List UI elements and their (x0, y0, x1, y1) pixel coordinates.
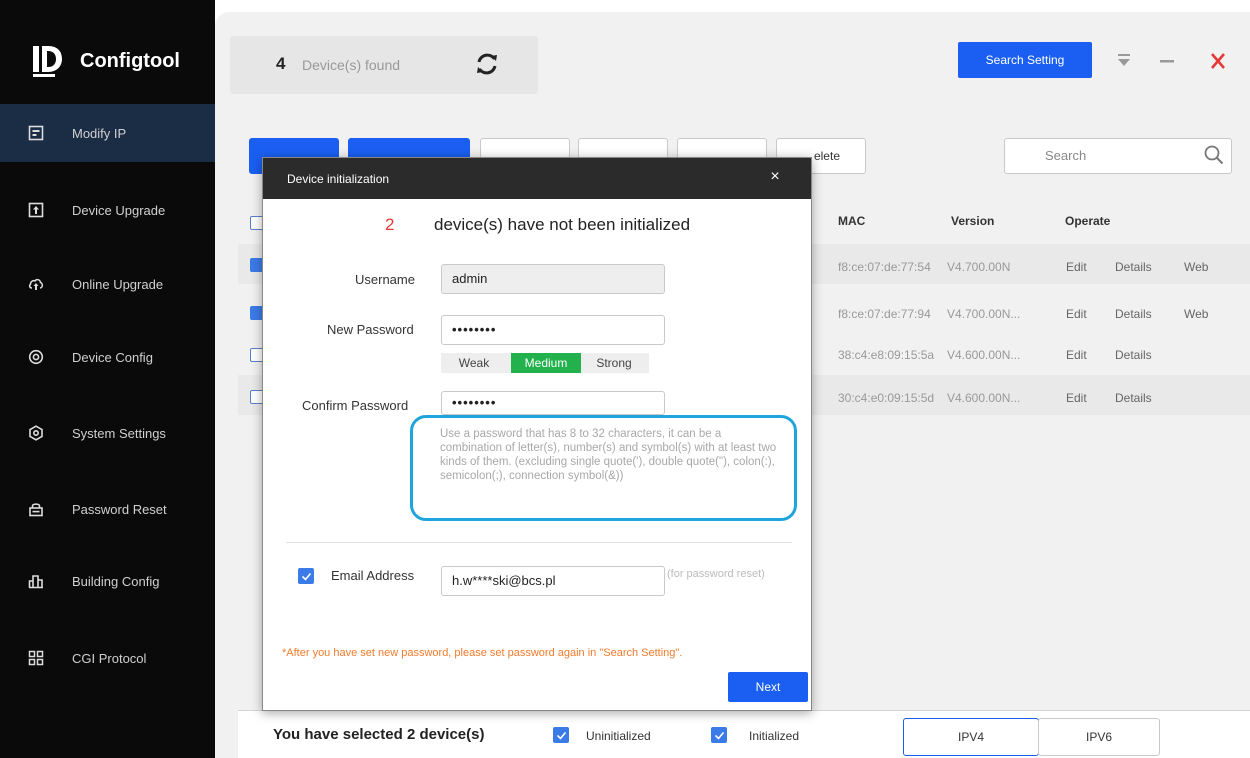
details-link[interactable]: Details (1115, 260, 1152, 274)
edit-link[interactable]: Edit (1066, 348, 1087, 362)
menu-dropdown-icon[interactable] (1114, 52, 1134, 70)
cell-mac: f8:ce:07:de:77:54 (838, 260, 931, 274)
new-password-field[interactable]: •••••••• (441, 315, 665, 345)
web-link[interactable]: Web (1184, 307, 1208, 321)
confirm-password-field[interactable]: •••••••• (441, 391, 665, 415)
details-link[interactable]: Details (1115, 391, 1152, 405)
selected-count-text: You have selected 2 device(s) (273, 726, 485, 743)
column-header-mac: MAC (838, 214, 866, 228)
logo-icon (33, 46, 62, 77)
email-hint: (for password reset) (667, 568, 765, 580)
checkmark-icon (556, 731, 566, 740)
edit-link[interactable]: Edit (1066, 307, 1087, 321)
sidebar-item-device-upgrade[interactable]: Device Upgrade (0, 181, 215, 239)
strength-strong: Strong (596, 356, 632, 370)
refresh-icon[interactable] (474, 51, 500, 77)
search-setting-button[interactable]: Search Setting (958, 42, 1092, 78)
ipv6-button[interactable]: IPV6 (1038, 718, 1160, 756)
cell-mac: 30:c4:e0:09:15:5d (838, 391, 935, 405)
app-logo: Configtool (30, 44, 180, 78)
checkmark-icon (714, 731, 724, 740)
confirm-password-label: Confirm Password (302, 398, 409, 413)
new-password-label: New Password (327, 322, 414, 337)
sidebar-item-system-settings[interactable]: System Settings (0, 404, 215, 462)
column-header-operate: Operate (1065, 214, 1111, 228)
details-link[interactable]: Details (1115, 307, 1152, 321)
cell-mac: f8:ce:07:de:77:94 (838, 307, 931, 321)
sidebar-item-label: CGI Protocol (72, 650, 147, 666)
devices-found-count: 4 (276, 54, 286, 73)
sidebar-item-building-config[interactable]: Building Config (0, 552, 215, 610)
edit-link[interactable]: Edit (1066, 391, 1087, 405)
cell-version: V4.700.00N (947, 260, 1011, 274)
sidebar-item-modify-ip[interactable]: Modify IP (0, 104, 215, 162)
cell-mac: 38:c4:e8:09:15:5a (838, 348, 935, 362)
search-setting-warning: *After you have set new password, please… (282, 647, 683, 659)
web-link[interactable]: Web (1184, 260, 1208, 274)
uninitialized-label: Uninitialized (586, 729, 651, 743)
search-icon[interactable] (1203, 144, 1225, 166)
next-button[interactable]: Next (728, 672, 808, 702)
sidebar-item-label: Online Upgrade (72, 276, 164, 292)
search-input[interactable]: Search (1004, 138, 1232, 174)
sidebar-item-online-upgrade[interactable]: Online Upgrade (0, 255, 215, 313)
modify-ip-icon (28, 125, 44, 141)
device-config-icon (28, 349, 44, 365)
sidebar-item-label: Password Reset (72, 501, 167, 517)
devices-found-label: Device(s) found (302, 57, 401, 73)
dialog-title: Device initialization (287, 172, 390, 186)
dialog-heading: device(s) have not been initialized (434, 215, 691, 234)
app-name: Configtool (80, 49, 180, 72)
cell-version: V4.700.00N... (947, 307, 1021, 321)
email-field[interactable]: h.w****ski@bcs.pl (441, 566, 665, 596)
dialog-header: Device initialization × (263, 158, 811, 199)
email-checkbox[interactable] (298, 568, 314, 584)
sidebar-item-label: Device Config (72, 349, 153, 365)
uninitialized-count: 2 (385, 215, 395, 234)
sidebar-item-label: System Settings (72, 425, 166, 441)
sidebar-item-device-config[interactable]: Device Config (0, 328, 215, 386)
initialized-label: Initialized (749, 729, 800, 743)
upgrade-icon (28, 202, 44, 218)
ipv4-button[interactable]: IPV4 (903, 718, 1039, 756)
dialog-divider (286, 542, 792, 543)
strength-weak: Weak (458, 356, 490, 370)
email-label: Email Address (331, 568, 415, 583)
dialog-close-button[interactable]: × (765, 167, 785, 187)
sidebar: Configtool Modify IP Device Upgrade Onli… (0, 0, 215, 758)
close-icon[interactable] (1208, 52, 1228, 70)
edit-link[interactable]: Edit (1066, 260, 1087, 274)
sidebar-item-label: Building Config (72, 573, 160, 589)
building-config-icon (28, 573, 44, 589)
sidebar-item-label: Modify IP (72, 125, 127, 141)
initialized-checkbox[interactable] (711, 727, 727, 743)
strength-medium: Medium (511, 353, 581, 373)
username-field[interactable]: admin (441, 264, 665, 294)
username-label: Username (355, 272, 415, 287)
sidebar-item-cgi-protocol[interactable]: CGI Protocol (0, 629, 215, 687)
cell-version: V4.600.00N... (947, 391, 1021, 405)
system-settings-icon (28, 425, 44, 441)
checkmark-icon (301, 572, 311, 581)
cloud-upgrade-icon (28, 276, 44, 292)
cell-version: V4.600.00N... (947, 348, 1021, 362)
details-link[interactable]: Details (1115, 348, 1152, 362)
sidebar-item-password-reset[interactable]: Password Reset (0, 480, 215, 538)
cgi-protocol-icon (28, 650, 44, 666)
password-reset-icon (28, 501, 44, 517)
password-requirements-hint: Use a password that has 8 to 32 characte… (440, 428, 777, 482)
uninitialized-checkbox[interactable] (553, 727, 569, 743)
minimize-icon[interactable] (1157, 52, 1177, 70)
column-header-version: Version (951, 214, 995, 228)
sidebar-item-label: Device Upgrade (72, 202, 166, 218)
